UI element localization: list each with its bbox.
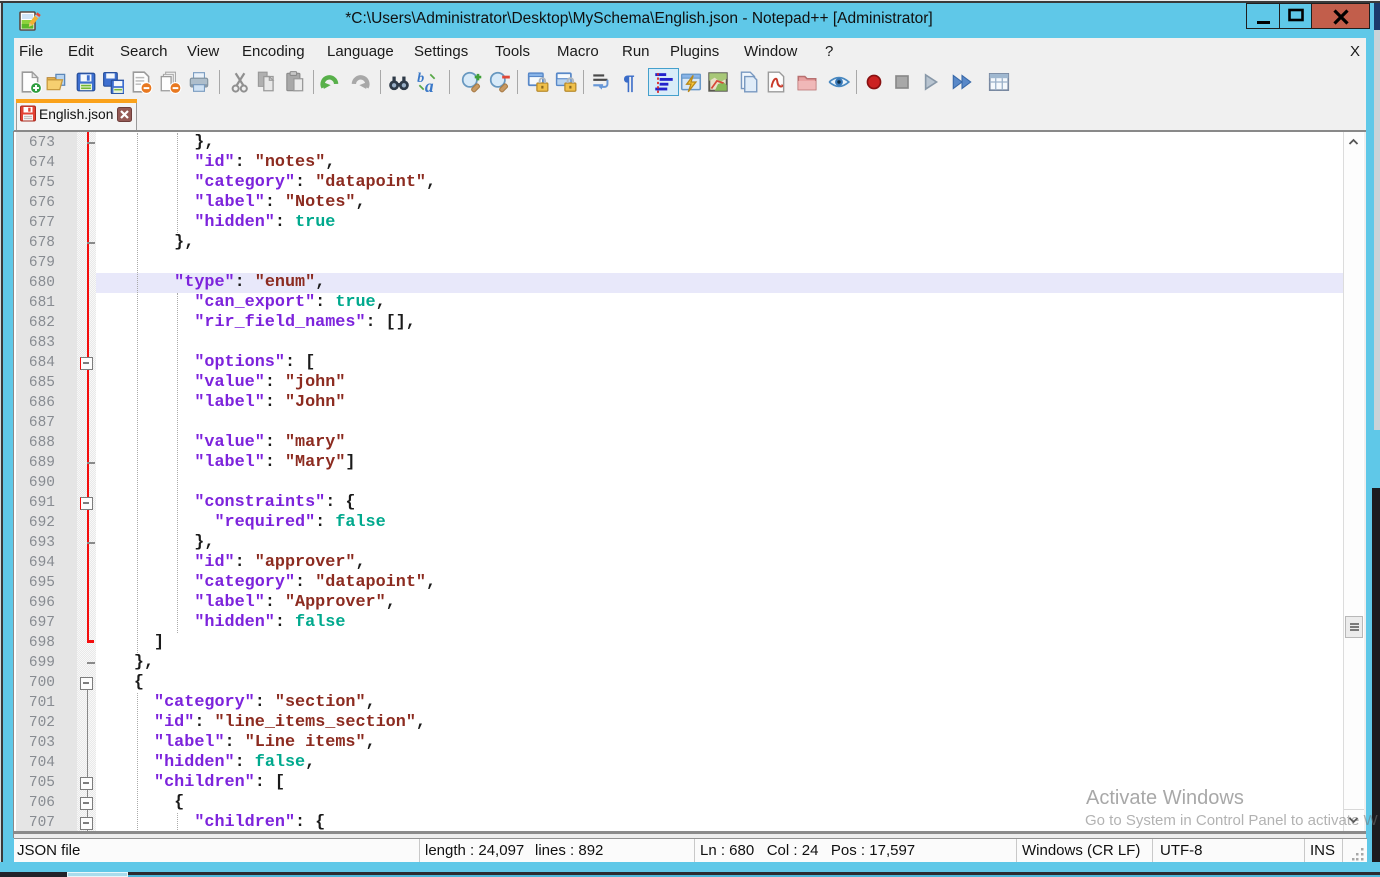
svg-text:a: a bbox=[425, 76, 434, 94]
svg-text:b: b bbox=[417, 70, 424, 86]
svg-text:¶: ¶ bbox=[623, 72, 635, 94]
